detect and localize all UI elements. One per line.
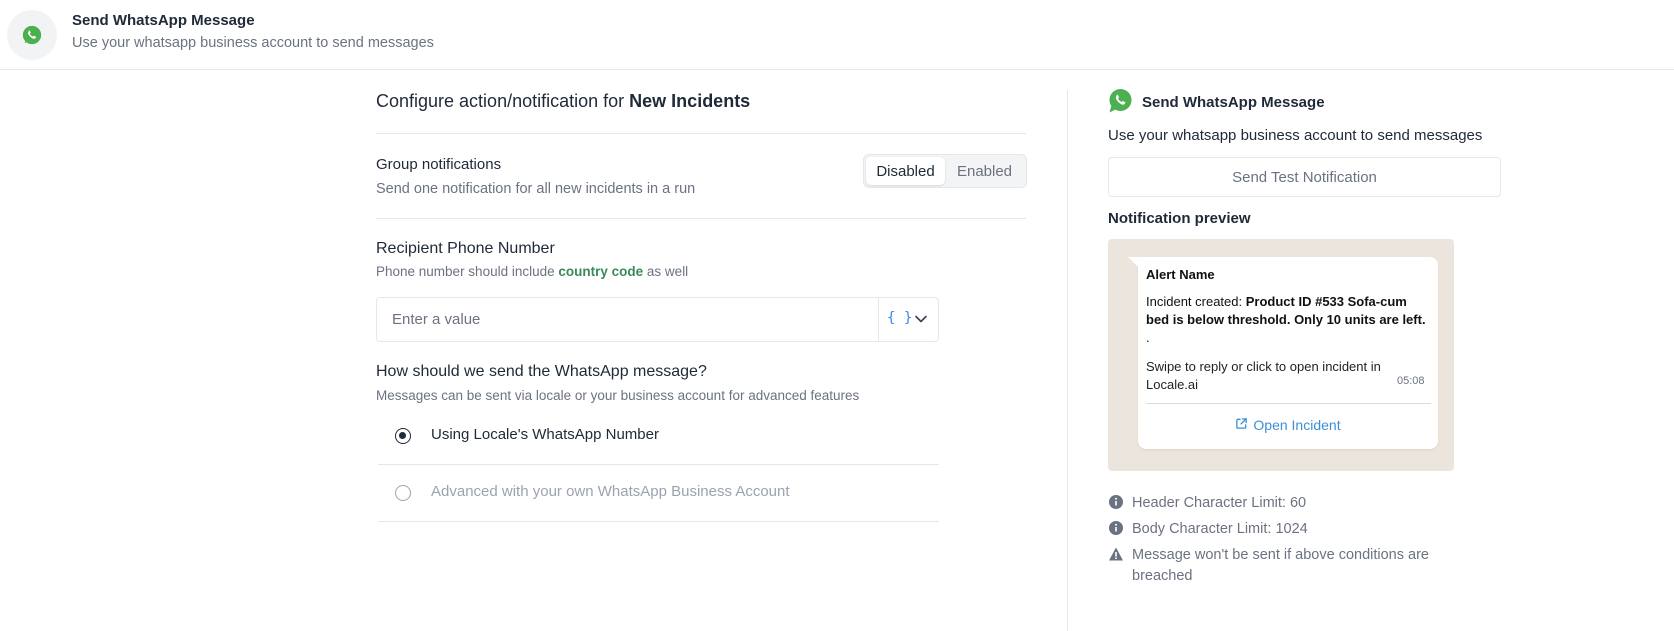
send-method-option-advanced[interactable]: Advanced with your own WhatsApp Business… — [378, 465, 939, 522]
send-method-subtitle: Messages can be sent via locale or your … — [376, 388, 860, 403]
alert-name: Alert Name — [1146, 267, 1215, 282]
header-limit-note: Header Character Limit: 60 — [1108, 493, 1306, 514]
info-icon — [1108, 493, 1124, 514]
divider — [376, 218, 1026, 219]
recipient-phone-field: { } — [376, 297, 939, 342]
warning-icon — [1108, 545, 1124, 587]
hint-suffix: as well — [646, 264, 689, 279]
limit-text: Header Character Limit: 60 — [1132, 495, 1307, 511]
config-title-entity: New Incidents — [629, 91, 751, 111]
message-body: Incident created: Product ID #533 Sofa-c… — [1146, 293, 1432, 347]
whatsapp-icon — [1108, 88, 1132, 119]
group-notifications-subtitle: Send one notification for all new incide… — [376, 181, 696, 197]
warning-note: Message won't be sent if above condition… — [1108, 545, 1468, 587]
recipient-phone-title: Recipient Phone Number — [376, 240, 555, 257]
header-title: Send WhatsApp Message — [72, 12, 255, 29]
message-footer: Swipe to reply or click to open incident… — [1146, 359, 1381, 392]
open-incident-link[interactable]: Open Incident — [1138, 417, 1438, 433]
warning-text: Message won't be sent if above condition… — [1132, 547, 1429, 584]
config-title: Configure action/notification for New In… — [376, 91, 750, 112]
group-notifications-title: Group notifications — [376, 156, 502, 173]
send-method-title: How should we send the WhatsApp message? — [376, 363, 707, 380]
header-subtitle: Use your whatsapp business account to se… — [72, 35, 434, 51]
body-suffix: . — [1146, 330, 1150, 345]
divider — [376, 133, 1026, 134]
open-incident-label: Open Incident — [1253, 417, 1341, 433]
panel-title: Send WhatsApp Message — [1142, 94, 1325, 111]
hint-prefix: Phone number should include — [376, 264, 555, 279]
whatsapp-logo-icon — [7, 10, 57, 60]
recipient-phone-input[interactable] — [377, 298, 877, 341]
bubble-divider — [1146, 403, 1431, 404]
recipient-phone-hint: Phone number should include country code… — [376, 264, 688, 279]
body-limit-note: Body Character Limit: 1024 — [1108, 519, 1308, 540]
radio-unselected[interactable] — [395, 485, 411, 501]
radio-selected[interactable] — [395, 428, 411, 444]
vertical-divider — [1067, 90, 1068, 631]
body-prefix: Incident created: — [1146, 294, 1243, 309]
option-label: Advanced with your own WhatsApp Business… — [431, 483, 790, 500]
panel-subtitle: Use your whatsapp business account to se… — [1108, 127, 1483, 144]
bubble-tail — [1128, 257, 1138, 267]
config-title-prefix: Configure action/notification for — [376, 91, 625, 111]
notification-preview: Alert Name Incident created: Product ID … — [1108, 239, 1454, 471]
option-label: Using Locale's WhatsApp Number — [431, 426, 659, 443]
hint-bold: country code — [558, 264, 644, 279]
limit-text: Body Character Limit: 1024 — [1132, 521, 1308, 537]
message-bubble: Alert Name Incident created: Product ID … — [1128, 257, 1438, 449]
variable-braces-icon[interactable]: { } — [887, 310, 912, 326]
toggle-enabled-button[interactable]: Enabled — [945, 157, 1024, 185]
send-test-notification-button[interactable]: Send Test Notification — [1108, 157, 1501, 197]
notification-preview-title: Notification preview — [1108, 210, 1251, 227]
message-time: 05:08 — [1397, 375, 1425, 387]
external-link-icon — [1235, 417, 1248, 433]
toggle-disabled-button[interactable]: Disabled — [866, 157, 945, 185]
info-icon — [1108, 519, 1124, 540]
top-header: Send WhatsApp Message Use your whatsapp … — [0, 0, 1674, 70]
chevron-down-icon[interactable] — [914, 312, 928, 331]
send-method-option-locale[interactable]: Using Locale's WhatsApp Number — [378, 408, 939, 465]
group-notifications-toggle[interactable]: Disabled Enabled — [863, 154, 1027, 188]
input-separator — [878, 298, 879, 341]
